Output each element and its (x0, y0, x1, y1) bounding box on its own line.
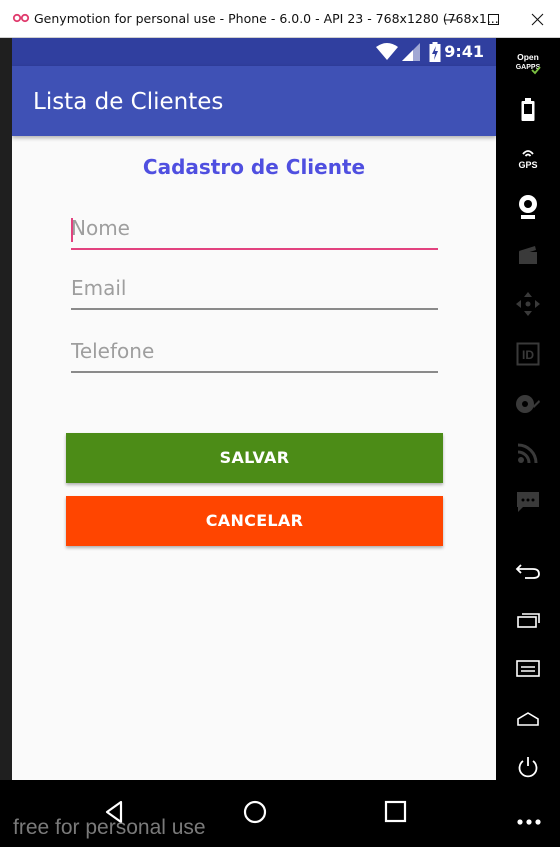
window-titlebar: Genymotion for personal use - Phone - 6.… (0, 0, 560, 38)
sms-button[interactable] (510, 484, 546, 520)
disk-io-button[interactable] (510, 386, 546, 422)
genymotion-side-panel: Open GAPPS GPS ID (496, 38, 560, 780)
more-dots-icon (517, 819, 541, 825)
email-field[interactable] (71, 270, 438, 310)
camera-button[interactable] (510, 189, 546, 225)
recents-button[interactable] (376, 794, 416, 830)
dpad-icon (516, 292, 540, 316)
clapperboard-icon (519, 246, 537, 264)
watermark-text: free for personal use (13, 816, 206, 839)
battery-icon (521, 98, 535, 121)
menu-icon (516, 660, 540, 677)
telefone-field[interactable] (71, 333, 438, 373)
telefone-input[interactable] (71, 333, 438, 369)
maximize-button[interactable] (472, 0, 516, 38)
email-underline (71, 308, 438, 310)
home-side-button[interactable] (510, 701, 546, 737)
close-icon (531, 13, 544, 26)
status-time: 9:41 (444, 42, 484, 61)
text-cursor (71, 218, 73, 242)
telefone-underline (71, 371, 438, 373)
nome-input[interactable] (71, 210, 438, 246)
back-arrow-icon (515, 564, 540, 579)
home-circle-icon (243, 800, 267, 824)
svg-text:Open: Open (517, 52, 539, 62)
message-icon (517, 492, 539, 512)
network-button[interactable] (510, 435, 546, 471)
genymotion-logo-icon (12, 13, 30, 23)
dpad-button[interactable] (510, 286, 546, 322)
opengapps-button[interactable]: Open GAPPS (510, 45, 546, 81)
phone-screen: 9:41 Lista de Clientes Cadastro de Clien… (12, 38, 496, 780)
recents-square-icon (384, 800, 407, 823)
recent-apps-icon (517, 613, 540, 628)
app-bar: Lista de Clientes (12, 66, 496, 136)
opengapps-icon: Open GAPPS (516, 52, 541, 75)
email-input[interactable] (71, 270, 438, 306)
home-icon (517, 712, 539, 726)
webcam-icon (519, 195, 537, 219)
back-side-button[interactable] (510, 553, 546, 589)
maximize-icon (488, 14, 499, 25)
status-bar: 9:41 (12, 38, 496, 66)
save-button[interactable]: SALVAR (66, 433, 443, 483)
nome-underline (71, 248, 438, 250)
gps-icon: GPS (518, 150, 538, 170)
disk-icon (516, 395, 540, 413)
wifi-icon (376, 43, 398, 60)
power-icon (518, 757, 538, 778)
battery-charging-icon (429, 42, 441, 62)
device-id-button[interactable]: ID (510, 336, 546, 372)
more-button[interactable] (517, 813, 543, 831)
nome-field[interactable] (71, 210, 438, 250)
home-button[interactable] (235, 794, 275, 830)
capture-button[interactable] (510, 237, 546, 273)
form-title: Cadastro de Cliente (142, 155, 366, 179)
recent-apps-side-button[interactable] (510, 603, 546, 639)
minimize-button[interactable] (428, 0, 472, 38)
id-icon: ID (516, 342, 540, 366)
menu-side-button[interactable] (510, 650, 546, 686)
app-title: Lista de Clientes (33, 89, 224, 115)
minimize-icon (444, 19, 456, 21)
svg-text:ID: ID (522, 348, 534, 362)
cancel-button[interactable]: CANCELAR (66, 496, 443, 546)
rss-icon (517, 443, 538, 464)
gps-button[interactable]: GPS (510, 140, 546, 176)
cell-signal-icon (402, 43, 420, 61)
svg-text:GPS: GPS (518, 160, 537, 170)
close-button[interactable] (516, 0, 560, 38)
battery-button[interactable] (510, 92, 546, 128)
